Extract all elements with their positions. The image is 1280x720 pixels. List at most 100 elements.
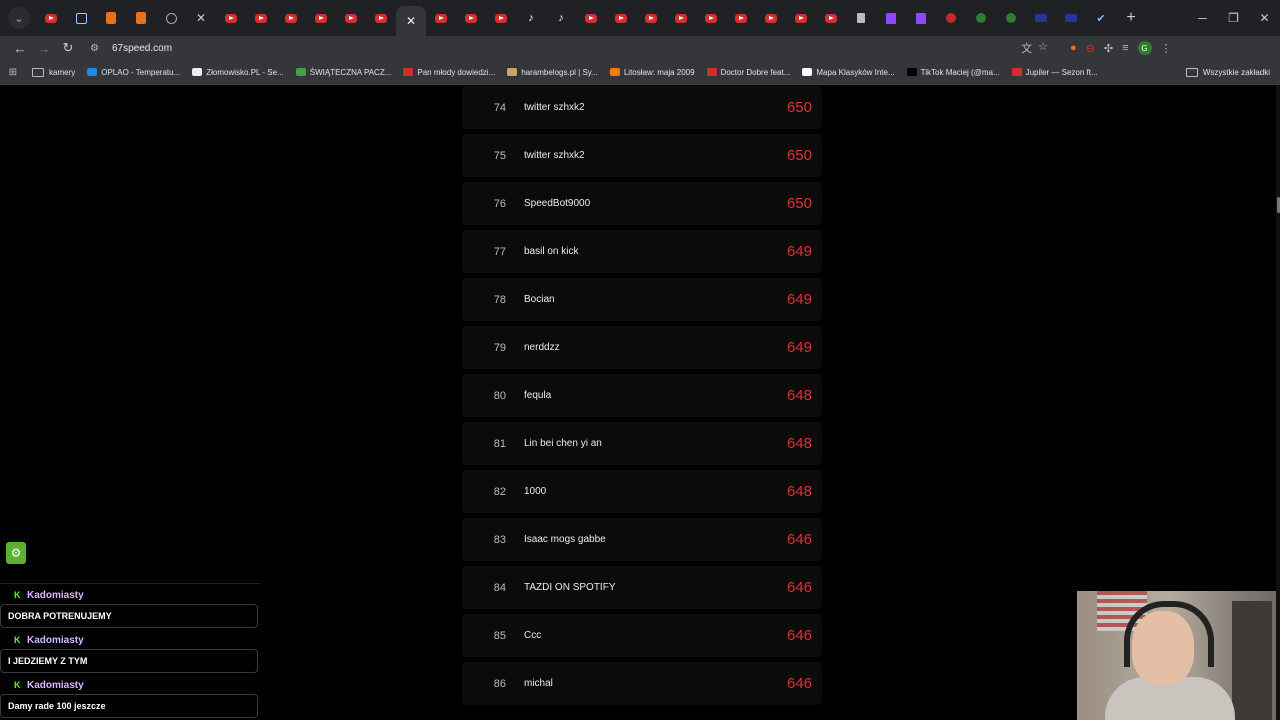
browser-tab[interactable] — [936, 4, 966, 32]
youtube-icon — [705, 13, 717, 23]
bookmark-item[interactable]: Pan młody dowiedzi... — [397, 62, 501, 82]
forward-button[interactable]: → — [32, 36, 56, 60]
puzzle-icon[interactable]: ✣ — [1104, 42, 1113, 55]
browser-tab[interactable] — [456, 4, 486, 32]
browser-tab[interactable] — [996, 4, 1026, 32]
bookmark-label: ŚWIĄTECZNA PACZ... — [309, 67, 392, 77]
browser-toolbar: ← → ↻ ⚙ 67speed.com 文 ☆ ● ⊖ ✣ ≡ G ⋮ — [0, 36, 1280, 60]
browser-tab[interactable] — [846, 4, 876, 32]
bookmark-item[interactable]: Doctor Dobre feat... — [701, 62, 797, 82]
new-tab-button[interactable]: + — [1120, 7, 1142, 29]
browser-tab[interactable] — [876, 4, 906, 32]
browser-tab[interactable] — [1086, 4, 1116, 32]
browser-tab[interactable] — [276, 4, 306, 32]
back-button[interactable]: ← — [8, 36, 32, 60]
favicon-icon — [192, 68, 203, 76]
menu-dots-icon[interactable]: ⋮ — [1161, 42, 1172, 55]
youtube-icon — [375, 13, 387, 23]
browser-tab[interactable] — [1056, 4, 1086, 32]
translate-icon[interactable]: 文 — [1021, 40, 1032, 56]
all-bookmarks-folder[interactable]: Wszystkie zakładki — [1180, 62, 1276, 82]
profile-avatar[interactable]: G — [1137, 41, 1152, 55]
youtube-icon — [495, 13, 507, 23]
youtube-icon — [795, 13, 807, 23]
bookmark-item[interactable]: Jupiler — Sezon ft... — [1006, 62, 1104, 82]
youtube-icon — [255, 13, 267, 23]
bookmark-item[interactable]: Mapa Klasyków Inte... — [796, 62, 900, 82]
page-content: 74 twitter szhxk2 650 75 twitter szhxk2 650 76… — [0, 85, 1280, 720]
bookmark-item[interactable]: Litosław: maja 2009 — [604, 62, 701, 82]
bookmark-item[interactable]: Złomowisko.PL - Se... — [186, 62, 290, 82]
browser-tab[interactable] — [516, 4, 546, 32]
close-window-button[interactable]: ✕ — [1249, 0, 1280, 36]
favicon-icon — [906, 68, 917, 76]
leaderboard-row: 75 twitter szhxk2 650 — [462, 134, 822, 177]
browser-tab[interactable] — [186, 4, 216, 32]
tab-search-button[interactable]: ⌄ — [8, 7, 30, 29]
extensions-area: ● ⊖ ✣ ≡ G ⋮ — [1070, 41, 1172, 55]
bookmark-item[interactable]: OPLAO - Temperatu... — [81, 62, 186, 82]
bookmark-label: harambelogs.pl | Sy... — [521, 67, 598, 77]
browser-tab[interactable] — [756, 4, 786, 32]
active-tab[interactable]: ✕ — [396, 6, 426, 36]
browser-tab[interactable] — [816, 4, 846, 32]
browser-tab[interactable] — [66, 4, 96, 32]
player-name: fequla — [524, 390, 552, 401]
browser-tab[interactable] — [426, 4, 456, 32]
browser-tab[interactable] — [246, 4, 276, 32]
browser-tab[interactable] — [366, 4, 396, 32]
player-name: basil on kick — [524, 246, 579, 257]
leaderboard-row: 78 Bocian 649 — [462, 278, 822, 321]
url-text[interactable]: 67speed.com — [112, 43, 172, 54]
browser-tab[interactable] — [546, 4, 576, 32]
leaderboard-row: 85 Ccc 646 — [462, 614, 822, 657]
bookmark-label: Doctor Dobre feat... — [720, 67, 791, 77]
record-icon — [946, 13, 956, 23]
browser-tab[interactable] — [576, 4, 606, 32]
minimize-button[interactable]: ─ — [1187, 0, 1218, 36]
browser-tab[interactable] — [696, 4, 726, 32]
browser-tab[interactable] — [636, 4, 666, 32]
player-score: 649 — [786, 243, 812, 260]
leaf-icon — [1006, 13, 1016, 23]
bookmark-star-icon[interactable]: ☆ — [1038, 40, 1048, 56]
browser-tab[interactable] — [966, 4, 996, 32]
youtube-icon — [765, 13, 777, 23]
player-score: 646 — [786, 579, 812, 596]
restore-button[interactable]: ❐ — [1218, 0, 1249, 36]
page-scrollbar[interactable] — [1276, 85, 1280, 720]
rank-number: 85 — [493, 629, 506, 642]
chat-message: I JEDZIEMY Z TYM K Kadomiasty — [0, 635, 258, 675]
browser-tab[interactable] — [336, 4, 366, 32]
browser-tab[interactable] — [126, 4, 156, 32]
twitch-icon — [916, 12, 926, 24]
browser-tab[interactable] — [156, 4, 186, 32]
bookmark-item[interactable]: TikTok Maciej (@ma... — [901, 62, 1006, 82]
extension-icon[interactable]: ● — [1070, 42, 1077, 54]
apps-grid-icon[interactable]: ⊞ — [0, 67, 26, 78]
browser-tab[interactable] — [36, 4, 66, 32]
adblock-icon[interactable]: ⊖ — [1086, 42, 1095, 55]
site-info-icon[interactable]: ⚙ — [90, 43, 108, 54]
browser-tab[interactable] — [1026, 4, 1056, 32]
browser-tab[interactable] — [306, 4, 336, 32]
browser-tab[interactable] — [96, 4, 126, 32]
site-icon — [1065, 14, 1077, 22]
browser-tab[interactable] — [786, 4, 816, 32]
bookmark-item[interactable]: harambelogs.pl | Sy... — [501, 62, 604, 82]
browser-tab[interactable] — [486, 4, 516, 32]
bookmark-item[interactable]: ŚWIĄTECZNA PACZ... — [290, 62, 398, 82]
address-bar[interactable]: ⚙ 67speed.com 文 ☆ — [86, 37, 1056, 59]
rank-number: 82 — [493, 485, 506, 498]
reload-button[interactable]: ↻ — [56, 36, 80, 60]
bookmark-item[interactable]: kamery — [26, 62, 81, 82]
browser-tab[interactable] — [216, 4, 246, 32]
browser-tab[interactable] — [906, 4, 936, 32]
rank-number: 79 — [493, 341, 506, 354]
browser-tab[interactable] — [666, 4, 696, 32]
browser-tab[interactable] — [606, 4, 636, 32]
chat-message: Damy rade 100 jeszcze K Kadomiasty — [0, 680, 258, 720]
chat-settings-button[interactable]: ⚙ — [6, 542, 26, 564]
media-icon[interactable]: ≡ — [1122, 42, 1128, 54]
browser-tab[interactable] — [726, 4, 756, 32]
